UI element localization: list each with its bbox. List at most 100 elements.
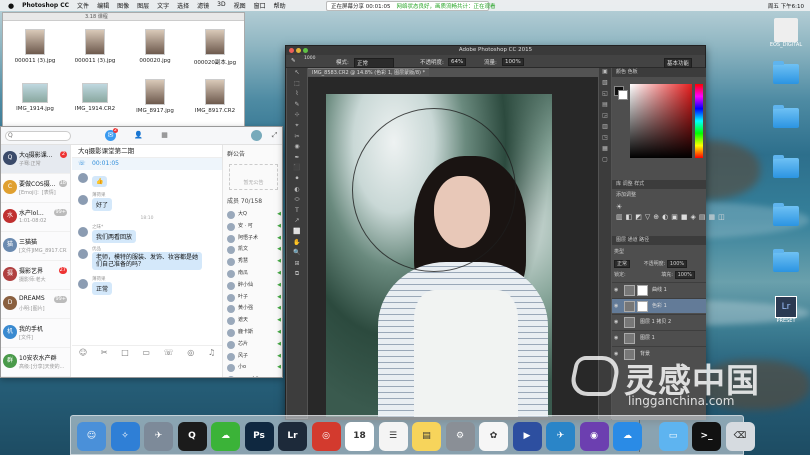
file-item[interactable]: IMG_8917.CR2 xyxy=(185,75,244,125)
adjustment-icon[interactable]: ◈ xyxy=(691,213,699,221)
eye-icon[interactable]: ◉ xyxy=(614,299,618,314)
call-bar[interactable]: ☏ 00:01:05 xyxy=(72,158,222,170)
menu-item[interactable]: 图层 xyxy=(137,1,149,10)
member-item[interactable]: 风子 ◀ xyxy=(223,351,282,363)
layer-row[interactable]: ◉ 图层 1 xyxy=(612,330,706,345)
folder-icon[interactable] xyxy=(766,203,806,226)
folder-icon[interactable] xyxy=(766,61,806,84)
avatar[interactable] xyxy=(251,130,262,141)
ps-tool-icon[interactable]: ⌇ xyxy=(287,89,307,100)
menu-clock[interactable]: 周五 下午6:10 xyxy=(768,2,804,10)
mode-select[interactable]: 正常 xyxy=(354,58,394,68)
ps-tool-icon[interactable]: ⊹ xyxy=(287,110,307,121)
notes-icon[interactable]: ▤ xyxy=(412,422,441,451)
drive-icon[interactable]: EOS_DIGITAL xyxy=(766,18,806,48)
message-bubble[interactable]: 👍 xyxy=(92,176,108,187)
menu-item[interactable]: 视图 xyxy=(234,1,246,10)
member-item[interactable]: 秀慧 ◀ xyxy=(223,256,282,268)
folder-icon[interactable]: ▭ xyxy=(658,422,688,451)
menu-item[interactable]: 文字 xyxy=(157,1,169,10)
adjustment-icon[interactable]: ◩ xyxy=(635,213,645,221)
background-swatch[interactable] xyxy=(618,90,628,100)
expand-icon[interactable]: ⤢ xyxy=(269,130,280,141)
color-tabs[interactable]: 颜色 色板 xyxy=(612,68,706,77)
minimize-icon[interactable] xyxy=(296,48,301,53)
netease-music-icon[interactable]: ◎ xyxy=(311,422,341,451)
finder-icon[interactable]: ☺ xyxy=(77,422,106,451)
member-item[interactable]: 凯文 ◀ xyxy=(223,244,282,256)
adjustments-tabs[interactable]: 库 调整 样式 xyxy=(612,180,706,189)
brush-size[interactable]: 1000 xyxy=(304,56,315,61)
safari-icon[interactable]: ✧ xyxy=(110,422,140,451)
member-item[interactable]: new shit ◀ xyxy=(223,374,282,377)
flow-field[interactable]: 100% xyxy=(502,58,524,66)
brush-icon[interactable]: ✎ xyxy=(291,58,296,64)
lightroom-preset-icon[interactable]: Lr PRESET xyxy=(766,296,806,324)
apps-icon[interactable]: ▦ xyxy=(159,130,170,141)
adjustment-icon[interactable]: ▥ xyxy=(616,213,626,221)
eye-icon[interactable]: ◉ xyxy=(614,315,618,330)
ps-tool-icon[interactable]: ⚫ xyxy=(287,174,307,185)
message-bubble[interactable]: 正常 xyxy=(92,282,113,295)
contact-item[interactable]: 水水产lol... 1:01-08:02 99+ xyxy=(1,203,70,232)
message-bubble[interactable]: 老师，模特的服装、发饰、妆容都是她们自己准备的吗？ xyxy=(92,252,202,270)
adjustment-icon[interactable]: ▣ xyxy=(671,213,681,221)
workspace-select[interactable]: 基本功能 xyxy=(664,58,693,68)
member-item[interactable]: 叶子 ◀ xyxy=(223,292,282,304)
chat-tool-icon[interactable]: ▭ xyxy=(142,348,150,357)
member-item[interactable]: 阿悟子术 ◀ xyxy=(223,233,282,245)
color-picker-field[interactable] xyxy=(630,84,692,158)
ps-tool-icon[interactable]: ⌖ xyxy=(287,121,307,132)
adjustment-icon[interactable]: ▤ xyxy=(699,213,709,221)
ps-tool-icon[interactable]: 🔍 xyxy=(287,248,307,259)
menu-item[interactable]: 窗口 xyxy=(254,1,266,10)
adjustment-icon[interactable]: ☀ xyxy=(616,203,625,211)
ps-tool-icon[interactable]: ✎ xyxy=(287,100,307,111)
menu-item[interactable]: 3D xyxy=(217,1,225,10)
adjustment-icon[interactable]: ▽ xyxy=(645,213,653,221)
layer-opacity-field[interactable]: 100% xyxy=(666,260,688,268)
ps-tool-icon[interactable]: ↖ xyxy=(287,68,307,79)
member-item[interactable]: 南瓜 ◀ xyxy=(223,268,282,280)
hue-slider[interactable] xyxy=(695,84,703,158)
contact-item[interactable]: 猫三猫猫 [文件]IMG_8917.CR2 xyxy=(1,232,70,261)
adjustment-icon[interactable]: ⊕ xyxy=(653,213,662,221)
eye-icon[interactable]: ◉ xyxy=(614,331,618,346)
ps-tool-icon[interactable]: ✂ xyxy=(287,132,307,143)
screen-share-bar[interactable]: 正在屏幕分享 00:01:05 网络状态良好，画质流畅共计：正在观看 xyxy=(326,1,495,11)
player-icon[interactable]: ◉ xyxy=(579,422,609,451)
trash-icon[interactable]: ⌫ xyxy=(725,422,755,451)
ps-tool-icon[interactable]: ✋ xyxy=(287,238,307,249)
ps-tool-icon[interactable]: ◉ xyxy=(287,142,307,153)
blend-mode-select[interactable]: 正常 xyxy=(614,260,631,268)
ps-tool-icon[interactable]: ⧉ xyxy=(287,269,307,280)
file-item[interactable]: IMG_1914.jpg xyxy=(5,75,65,125)
xcode-icon[interactable]: ✈ xyxy=(546,422,575,451)
chat-tool-icon[interactable]: ♫ xyxy=(208,348,215,357)
ps-tool-icon[interactable]: ⬚ xyxy=(287,79,307,90)
chat-tool-icon[interactable]: ☺ xyxy=(79,348,87,357)
contact-item[interactable]: 群 10安农水产群 高级:[分享]天使的... xyxy=(1,348,70,377)
ps-tool-icon[interactable]: ⬭ xyxy=(287,195,307,206)
ps-tool-icon[interactable]: T xyxy=(287,206,307,217)
ps-tool-icon[interactable]: ⬛ xyxy=(287,163,307,174)
contact-item[interactable]: 摄摄影艺界 摄影师:老大 27 xyxy=(1,261,70,290)
member-item[interactable]: 安 · 可 ◀ xyxy=(223,221,282,233)
ps-tool-icon[interactable]: ⬜ xyxy=(287,227,307,238)
layers-tabs[interactable]: 图层 通道 路径 xyxy=(612,236,706,245)
file-item[interactable]: IMG_1914.CR2 xyxy=(65,75,125,125)
contact-item[interactable]: C 要做COS摄... [Emoji]：[表情] 18 xyxy=(1,174,70,203)
qq-icon[interactable]: Q xyxy=(177,422,207,451)
lightroom-icon[interactable]: Lr xyxy=(278,422,307,451)
layer-row[interactable]: ◉ 色彩 1 xyxy=(612,298,706,313)
contact-item[interactable]: D DREAMS 小明:[图片] 99+ xyxy=(1,290,70,319)
apple-icon[interactable]: ● xyxy=(8,2,14,10)
adjustment-icon[interactable]: ◐ xyxy=(662,213,671,221)
contact-item[interactable]: 机我的手机 [文件] xyxy=(1,319,70,348)
member-item[interactable]: 遮天 ◀ xyxy=(223,315,282,327)
ps-tool-icon[interactable]: ⊞ xyxy=(287,259,307,270)
eye-icon[interactable]: ◉ xyxy=(614,283,618,298)
layer-row[interactable]: ◉ 图层 1 拷贝 2 xyxy=(612,314,706,329)
terminal-icon[interactable]: >_ xyxy=(692,422,721,451)
adjustment-icon[interactable]: ▦ xyxy=(709,213,719,221)
